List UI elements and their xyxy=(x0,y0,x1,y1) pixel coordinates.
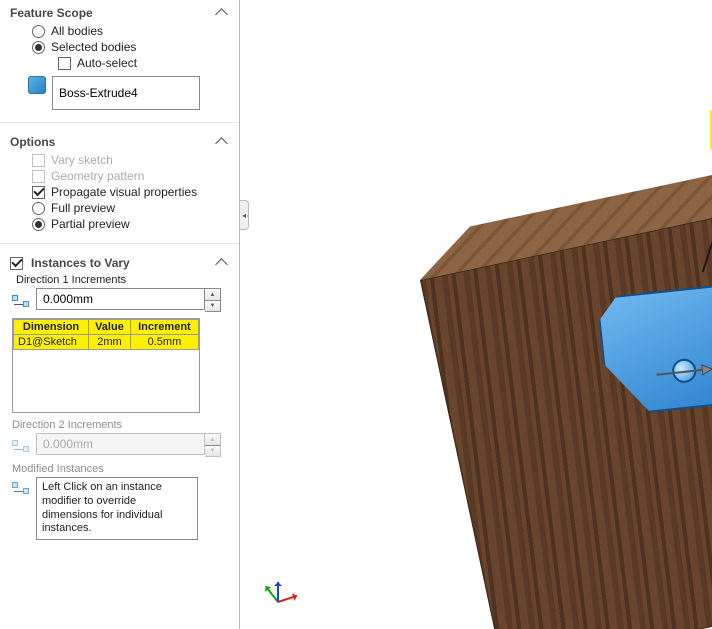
radio-label: Selected bodies xyxy=(51,40,136,54)
spin-up-icon[interactable]: ▲ xyxy=(205,289,220,300)
panel-collapse-handle[interactable]: ◂ xyxy=(240,200,249,230)
radio-all-bodies[interactable]: All bodies xyxy=(32,24,229,38)
property-manager-panel: Feature Scope All bodies Selected bodies… xyxy=(0,0,240,629)
cell-dimension[interactable]: D1@Sketch xyxy=(14,335,89,350)
increments-table[interactable]: Dimension Value Increment D1@Sketch 2mm … xyxy=(12,318,200,413)
options-section: Options Vary sketch Geometry pattern Pro… xyxy=(0,129,239,241)
model-face[interactable] xyxy=(596,283,712,417)
radio-selected-bodies[interactable]: Selected bodies xyxy=(32,40,229,54)
direction1-value-input[interactable] xyxy=(36,288,205,310)
options-header[interactable]: Options xyxy=(10,135,229,149)
table-header-row: Dimension Value Increment xyxy=(14,320,199,335)
direction1-spinner[interactable]: ▲ ▼ xyxy=(36,288,202,312)
radio-icon xyxy=(32,25,45,38)
feature-scope-selection-input[interactable] xyxy=(52,76,200,110)
checkbox-icon xyxy=(58,57,71,70)
checkbox-icon xyxy=(32,186,45,199)
checkbox-icon xyxy=(32,154,45,167)
checkbox-label: Vary sketch xyxy=(51,153,113,167)
spin-down-icon: ▼ xyxy=(205,445,220,456)
orientation-triad[interactable] xyxy=(264,575,304,615)
checkbox-geometry-pattern: Geometry pattern xyxy=(32,169,229,183)
section-title: Options xyxy=(10,135,55,149)
direction2-spinner: ▲ ▼ xyxy=(36,433,202,457)
chevron-up-icon xyxy=(215,135,229,149)
spacing-icon xyxy=(10,435,30,455)
checkbox-label: Propagate visual properties xyxy=(51,185,197,199)
graphics-viewport[interactable]: ◂ ∅2 2 xyxy=(240,0,712,629)
radio-label: Full preview xyxy=(51,201,115,215)
table-empty-area[interactable] xyxy=(13,350,199,412)
col-dimension: Dimension xyxy=(14,320,89,335)
cell-value[interactable]: 2mm xyxy=(89,335,131,350)
checkbox-auto-select[interactable]: Auto-select xyxy=(58,56,229,70)
triad-z-axis-icon xyxy=(277,582,279,602)
triad-x-axis-icon xyxy=(278,595,298,603)
checkbox-icon xyxy=(32,170,45,183)
checkbox-icon[interactable] xyxy=(10,257,23,270)
checkbox-vary-sketch: Vary sketch xyxy=(32,153,229,167)
radio-label: All bodies xyxy=(51,24,103,38)
chevron-up-icon xyxy=(215,6,229,20)
modified-instances-label: Modified Instances xyxy=(12,463,229,475)
radio-icon xyxy=(32,41,45,54)
instances-to-vary-section: Instances to Vary Direction 1 Increments… xyxy=(0,250,239,550)
instances-header[interactable]: Instances to Vary xyxy=(10,256,229,270)
col-increment: Increment xyxy=(130,320,198,335)
solid-body-icon xyxy=(28,76,46,94)
checkbox-label: Geometry pattern xyxy=(51,169,144,183)
section-title: Feature Scope xyxy=(10,6,93,20)
direction2-value-input xyxy=(36,433,205,455)
table-row[interactable]: D1@Sketch 2mm 0.5mm xyxy=(14,335,199,350)
spacing-icon xyxy=(10,290,30,310)
spin-down-icon[interactable]: ▼ xyxy=(205,300,220,311)
feature-scope-section: Feature Scope All bodies Selected bodies… xyxy=(0,0,239,120)
feature-scope-header[interactable]: Feature Scope xyxy=(10,6,229,20)
radio-icon xyxy=(32,218,45,231)
direction2-label: Direction 2 Increments xyxy=(12,419,229,431)
col-value: Value xyxy=(89,320,131,335)
cell-increment[interactable]: 0.5mm xyxy=(130,335,198,350)
radio-label: Partial preview xyxy=(51,217,130,231)
modified-instances-hint[interactable]: Left Click on an instance modifier to ov… xyxy=(36,477,198,540)
radio-icon xyxy=(32,202,45,215)
direction1-label: Direction 1 Increments xyxy=(16,274,229,286)
chevron-up-icon xyxy=(215,256,229,270)
radio-partial-preview[interactable]: Partial preview xyxy=(32,217,229,231)
checkbox-propagate-visual[interactable]: Propagate visual properties xyxy=(32,185,229,199)
spin-up-icon: ▲ xyxy=(205,434,220,445)
section-title: Instances to Vary xyxy=(31,256,130,270)
instance-modifier-icon xyxy=(10,477,30,497)
model-blue-feature[interactable] xyxy=(596,283,712,417)
radio-full-preview[interactable]: Full preview xyxy=(32,201,229,215)
checkbox-label: Auto-select xyxy=(77,56,137,70)
